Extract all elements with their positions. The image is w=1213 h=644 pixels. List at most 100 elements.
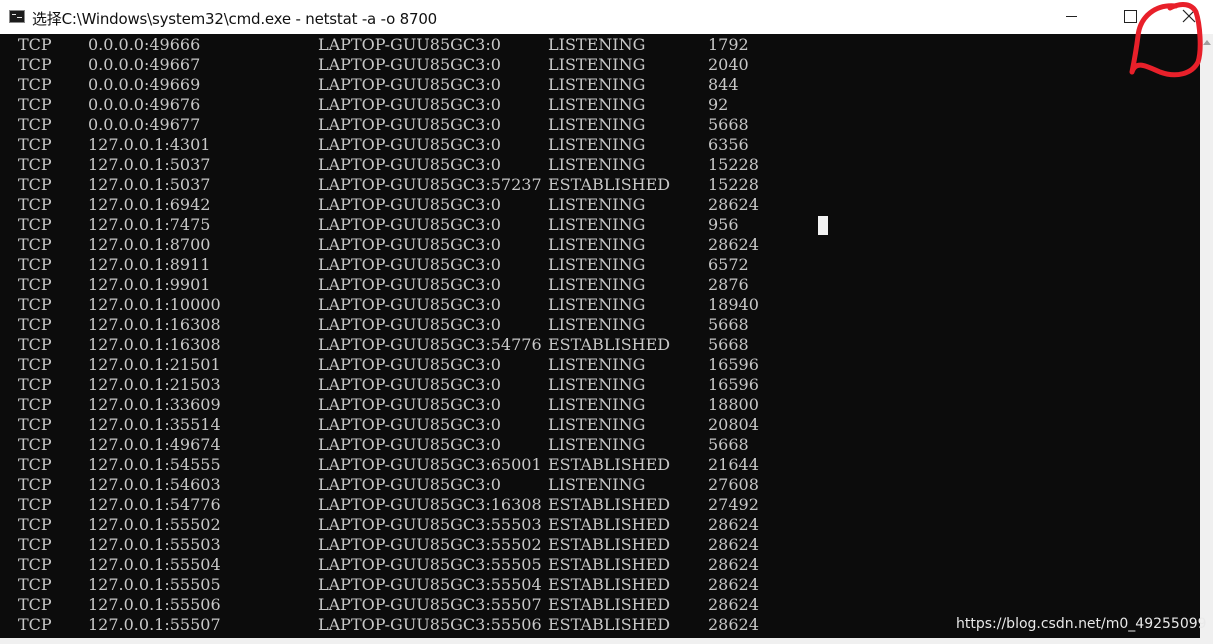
console-line: TCP 0.0.0.0:49667 LAPTOP-GUU85GC3:0 LISTENI…: [0, 55, 1200, 75]
foreign-address-cell: LAPTOP-GUU85GC3:0: [318, 75, 501, 94]
pid-cell: 28624: [708, 535, 759, 554]
local-address-cell: 127.0.0.1:9901: [88, 275, 211, 294]
console-line: TCP 127.0.0.1:21501 LAPTOP-GUU85GC3:0 LISTE…: [0, 355, 1200, 375]
state-cell: LISTENING: [548, 135, 646, 154]
protocol-cell: TCP: [18, 515, 52, 534]
local-address-cell: 127.0.0.1:33609: [88, 395, 221, 414]
state-cell: ESTABLISHED: [548, 615, 671, 634]
local-address-cell: 127.0.0.1:55504: [88, 555, 221, 574]
console-line: TCP 0.0.0.0:49677 LAPTOP-GUU85GC3:0 LISTENI…: [0, 115, 1200, 135]
local-address-cell: 0.0.0.0:49669: [88, 75, 201, 94]
local-address-cell: 127.0.0.1:55502: [88, 515, 221, 534]
cmd-icon[interactable]: [9, 10, 25, 23]
protocol-cell: TCP: [18, 615, 52, 634]
protocol-cell: TCP: [18, 295, 52, 314]
protocol-cell: TCP: [18, 115, 52, 134]
protocol-cell: TCP: [18, 535, 52, 554]
console-line: TCP 127.0.0.1:54555 LAPTOP-GUU85GC3:65001 E…: [0, 455, 1200, 475]
protocol-cell: TCP: [18, 355, 52, 374]
pid-cell: 18940: [708, 295, 759, 314]
protocol-cell: TCP: [18, 555, 52, 574]
pid-cell: 20804: [708, 415, 759, 434]
console-line: TCP 127.0.0.1:35514 LAPTOP-GUU85GC3:0 LISTE…: [0, 415, 1200, 435]
protocol-cell: TCP: [18, 35, 52, 54]
pid-cell: 16596: [708, 375, 759, 394]
foreign-address-cell: LAPTOP-GUU85GC3:0: [318, 155, 501, 174]
protocol-cell: TCP: [18, 475, 52, 494]
pid-cell: 1792: [708, 35, 749, 54]
console-line: TCP 127.0.0.1:54603 LAPTOP-GUU85GC3:0 LISTE…: [0, 475, 1200, 495]
foreign-address-cell: LAPTOP-GUU85GC3:0: [318, 215, 501, 234]
protocol-cell: TCP: [18, 315, 52, 334]
protocol-cell: TCP: [18, 55, 52, 74]
console-line: TCP 127.0.0.1:8911 LAPTOP-GUU85GC3:0 LISTEN…: [0, 255, 1200, 275]
console-line: TCP 127.0.0.1:4301 LAPTOP-GUU85GC3:0 LISTEN…: [0, 135, 1200, 155]
console-line: TCP 127.0.0.1:55504 LAPTOP-GUU85GC3:55505 E…: [0, 555, 1200, 575]
protocol-cell: TCP: [18, 595, 52, 614]
local-address-cell: 127.0.0.1:55505: [88, 575, 221, 594]
state-cell: LISTENING: [548, 55, 646, 74]
protocol-cell: TCP: [18, 275, 52, 294]
state-cell: LISTENING: [548, 155, 646, 174]
local-address-cell: 0.0.0.0:49667: [88, 55, 201, 74]
state-cell: LISTENING: [548, 35, 646, 54]
pid-cell: 28624: [708, 575, 759, 594]
local-address-cell: 0.0.0.0:49666: [88, 35, 201, 54]
state-cell: ESTABLISHED: [548, 575, 671, 594]
window-bottom-border: [0, 638, 1213, 644]
local-address-cell: 127.0.0.1:35514: [88, 415, 221, 434]
console-line: TCP 127.0.0.1:21503 LAPTOP-GUU85GC3:0 LISTE…: [0, 375, 1200, 395]
vertical-scrollbar[interactable]: [1200, 34, 1213, 638]
protocol-cell: TCP: [18, 335, 52, 354]
pid-cell: 844: [708, 75, 739, 94]
console-output[interactable]: TCP 0.0.0.0:49666 LAPTOP-GUU85GC3:0 LISTENI…: [0, 34, 1200, 638]
local-address-cell: 127.0.0.1:54603: [88, 475, 221, 494]
pid-cell: 15228: [708, 175, 759, 194]
protocol-cell: TCP: [18, 135, 52, 154]
minimize-button[interactable]: [1044, 0, 1102, 34]
console-line: TCP 127.0.0.1:5037 LAPTOP-GUU85GC3:57237 ES…: [0, 175, 1200, 195]
pid-cell: 2040: [708, 55, 749, 74]
pid-cell: 5668: [708, 115, 749, 134]
pid-cell: 27492: [708, 495, 759, 514]
pid-cell: 28624: [708, 595, 759, 614]
state-cell: LISTENING: [548, 235, 646, 254]
local-address-cell: 127.0.0.1:55506: [88, 595, 221, 614]
console-line: TCP 127.0.0.1:7475 LAPTOP-GUU85GC3:0 LISTEN…: [0, 215, 1200, 235]
console-line: TCP 127.0.0.1:6942 LAPTOP-GUU85GC3:0 LISTEN…: [0, 195, 1200, 215]
console-line: TCP 127.0.0.1:33609 LAPTOP-GUU85GC3:0 LISTE…: [0, 395, 1200, 415]
state-cell: ESTABLISHED: [548, 555, 671, 574]
foreign-address-cell: LAPTOP-GUU85GC3:55503: [318, 515, 542, 534]
foreign-address-cell: LAPTOP-GUU85GC3:0: [318, 355, 501, 374]
console-line: TCP 127.0.0.1:54776 LAPTOP-GUU85GC3:16308 E…: [0, 495, 1200, 515]
state-cell: ESTABLISHED: [548, 515, 671, 534]
local-address-cell: 127.0.0.1:55503: [88, 535, 221, 554]
foreign-address-cell: LAPTOP-GUU85GC3:0: [318, 435, 501, 454]
foreign-address-cell: LAPTOP-GUU85GC3:0: [318, 135, 501, 154]
foreign-address-cell: LAPTOP-GUU85GC3:54776: [318, 335, 542, 354]
pid-cell: 16596: [708, 355, 759, 374]
console-line: TCP 127.0.0.1:55505 LAPTOP-GUU85GC3:55504 E…: [0, 575, 1200, 595]
foreign-address-cell: LAPTOP-GUU85GC3:0: [318, 35, 501, 54]
protocol-cell: TCP: [18, 455, 52, 474]
console-line: TCP 127.0.0.1:8700 LAPTOP-GUU85GC3:0 LISTEN…: [0, 235, 1200, 255]
foreign-address-cell: LAPTOP-GUU85GC3:0: [318, 195, 501, 214]
foreign-address-cell: LAPTOP-GUU85GC3:0: [318, 295, 501, 314]
local-address-cell: 127.0.0.1:55507: [88, 615, 221, 634]
foreign-address-cell: LAPTOP-GUU85GC3:55506: [318, 615, 542, 634]
console-line: TCP 127.0.0.1:55503 LAPTOP-GUU85GC3:55502 E…: [0, 535, 1200, 555]
local-address-cell: 0.0.0.0:49676: [88, 95, 201, 114]
foreign-address-cell: LAPTOP-GUU85GC3:0: [318, 235, 501, 254]
local-address-cell: 127.0.0.1:8911: [88, 255, 211, 274]
state-cell: ESTABLISHED: [548, 335, 671, 354]
protocol-cell: TCP: [18, 195, 52, 214]
pid-cell: 5668: [708, 335, 749, 354]
foreign-address-cell: LAPTOP-GUU85GC3:0: [318, 395, 501, 414]
foreign-address-cell: LAPTOP-GUU85GC3:0: [318, 415, 501, 434]
protocol-cell: TCP: [18, 155, 52, 174]
pid-cell: 27608: [708, 475, 759, 494]
title-bar[interactable]: 选择C:\Windows\system32\cmd.exe - netstat …: [0, 0, 1213, 34]
state-cell: ESTABLISHED: [548, 495, 671, 514]
state-cell: LISTENING: [548, 255, 646, 274]
pid-cell: 28624: [708, 615, 759, 634]
